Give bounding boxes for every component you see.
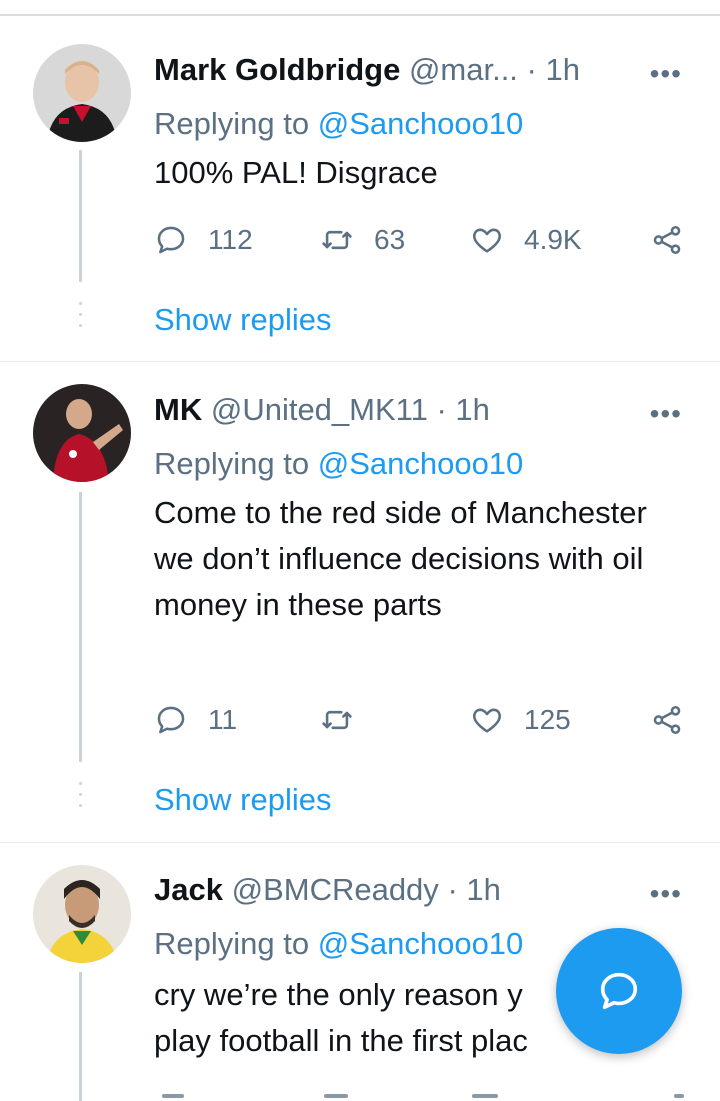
show-replies-link[interactable]: Show replies	[154, 302, 331, 338]
like-button[interactable]: 4.9K	[470, 220, 582, 260]
display-name[interactable]: MK	[154, 392, 202, 427]
retweet-button[interactable]: 63	[320, 220, 405, 260]
avatar[interactable]	[33, 44, 131, 142]
show-replies-link[interactable]: Show replies	[154, 782, 331, 818]
avatar-image	[33, 865, 131, 963]
heart-icon	[473, 708, 501, 733]
replying-prefix: Replying to	[154, 926, 318, 961]
reply-count: 112	[208, 224, 253, 255]
like-count: 125	[524, 704, 571, 735]
share-icon	[653, 225, 681, 255]
tweet-divider	[0, 842, 720, 843]
reply-mention-link[interactable]: @Sanchooo10	[318, 926, 524, 961]
reply-icon[interactable]	[162, 1094, 184, 1098]
user-handle[interactable]: @mar...	[409, 52, 518, 87]
retweet-count: 63	[374, 224, 406, 255]
reply-mention-link[interactable]: @Sanchooo10	[318, 446, 524, 481]
tweet-text: Come to the red side of Manchester we do…	[154, 495, 647, 622]
thread-line	[79, 492, 82, 762]
timestamp[interactable]: · 1h	[527, 52, 580, 87]
tweet-header: Jack @BMCReaddy · 1h	[154, 870, 501, 910]
more-options-button[interactable]: •••	[650, 58, 682, 90]
more-options-button[interactable]: •••	[650, 398, 682, 430]
tweet-actions: 11 125	[154, 700, 694, 740]
timestamp[interactable]: · 1h	[447, 872, 500, 907]
thread-dots	[79, 782, 82, 815]
avatar[interactable]	[33, 384, 131, 482]
user-handle[interactable]: @BMCReaddy	[232, 872, 439, 907]
tweet-header: Mark Goldbridge @mar... · 1h	[154, 50, 580, 90]
compose-reply-icon	[600, 972, 638, 1010]
replying-prefix: Replying to	[154, 106, 318, 141]
tweet-actions: 112 63 4.9K	[154, 220, 694, 260]
replying-prefix: Replying to	[154, 446, 318, 481]
compose-reply-button[interactable]	[556, 928, 682, 1054]
share-button[interactable]	[650, 220, 704, 260]
avatar[interactable]	[33, 865, 131, 963]
top-divider	[0, 14, 720, 16]
retweet-icon	[322, 710, 352, 730]
heart-icon	[473, 228, 501, 253]
reply-button[interactable]: 11	[154, 700, 237, 740]
display-name[interactable]: Mark Goldbridge	[154, 52, 400, 87]
share-icon[interactable]	[674, 1094, 684, 1098]
retweet-icon	[322, 230, 352, 250]
retweet-button[interactable]	[320, 700, 374, 740]
reply-icon	[157, 226, 185, 254]
like-button[interactable]: 125	[470, 700, 571, 740]
heart-icon[interactable]	[472, 1094, 498, 1098]
replying-to: Replying to @Sanchooo10	[154, 924, 523, 964]
replying-to: Replying to @Sanchooo10	[154, 444, 523, 484]
tweet-text: 100% PAL! Disgrace	[154, 155, 438, 190]
reply-button[interactable]: 112	[154, 220, 253, 260]
like-count: 4.9K	[524, 224, 582, 255]
thread-dots	[79, 302, 82, 335]
tweet-actions-partial	[154, 1088, 694, 1101]
display-name[interactable]: Jack	[154, 872, 223, 907]
avatar-image	[33, 44, 131, 142]
reply-mention-link[interactable]: @Sanchooo10	[318, 106, 524, 141]
more-options-button[interactable]: •••	[650, 878, 682, 910]
thread-line	[79, 150, 82, 282]
avatar-image	[33, 384, 131, 482]
share-button[interactable]	[650, 700, 704, 740]
tweet-divider	[0, 361, 720, 362]
share-icon	[653, 705, 681, 735]
reply-count: 11	[208, 704, 238, 735]
tweet-header: MK @United_MK11 · 1h	[154, 390, 490, 430]
replying-to: Replying to @Sanchooo10	[154, 104, 523, 144]
reply-icon	[157, 706, 185, 734]
tweet-text: cry we’re the only reason y play footbal…	[154, 977, 528, 1058]
thread-line	[79, 972, 82, 1101]
user-handle[interactable]: @United_MK11	[211, 392, 428, 427]
retweet-icon[interactable]	[324, 1094, 348, 1098]
timestamp[interactable]: · 1h	[436, 392, 489, 427]
